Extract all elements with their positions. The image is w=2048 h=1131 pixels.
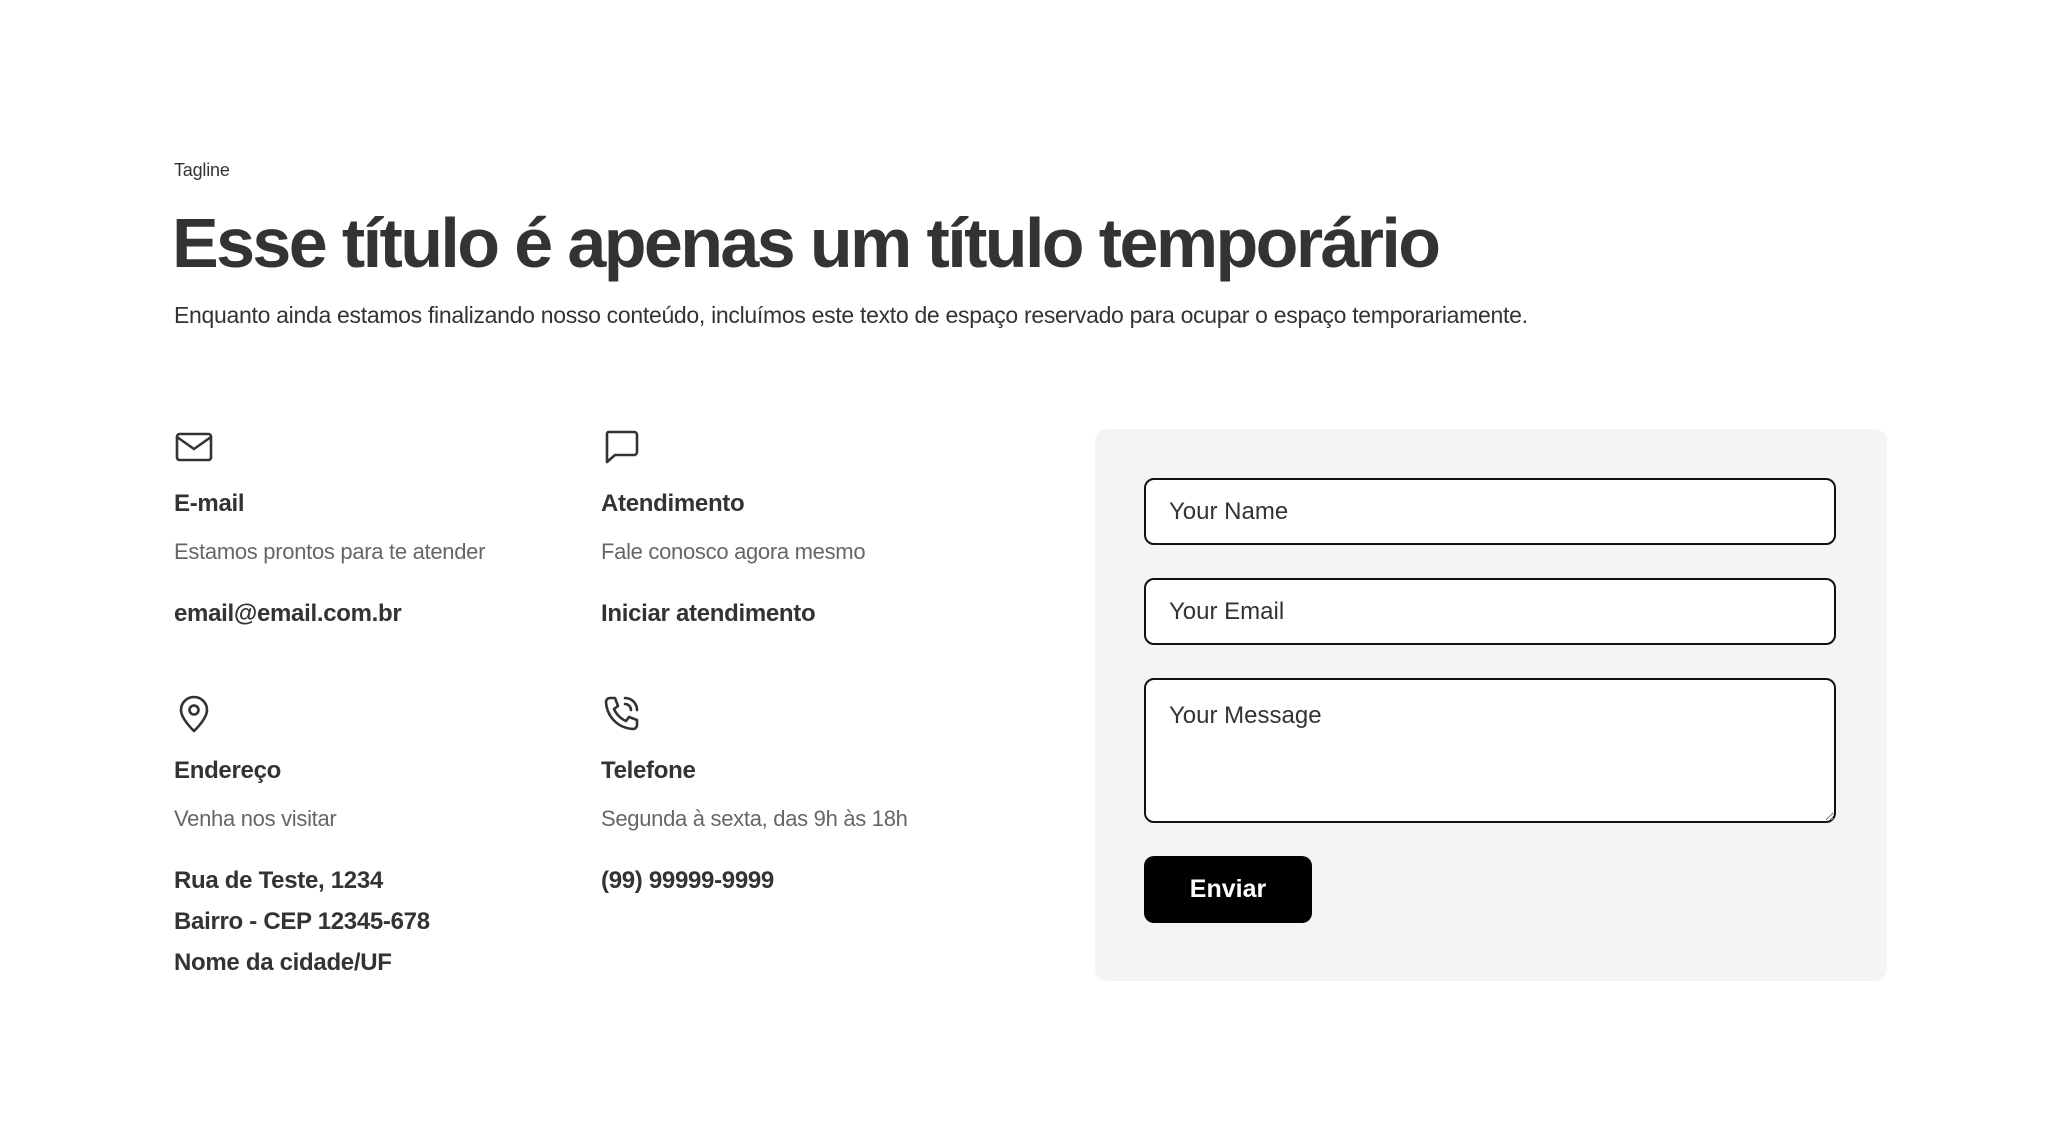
page-subtitle: Enquanto ainda estamos finalizando nosso… [174, 302, 1528, 328]
contact-email-label: E-mail [174, 490, 245, 517]
phone-number-link[interactable]: (99) 99999-9999 [601, 860, 774, 901]
phone-call-icon [601, 694, 641, 734]
contact-chat-block: Atendimento Fale conosco agora mesmo Ini… [601, 427, 1001, 627]
contact-chat-description: Fale conosco agora mesmo [601, 539, 866, 564]
submit-button[interactable]: Enviar [1144, 856, 1312, 923]
address-line: Nome da cidade/UF [174, 949, 392, 976]
map-pin-icon [174, 694, 214, 734]
chat-bubble-icon [601, 427, 641, 467]
contact-address-description: Venha nos visitar [174, 806, 337, 831]
contact-phone-block: Telefone Segunda à sexta, das 9h às 18h … [601, 694, 1001, 894]
address-line: Bairro - CEP 12345-678 [174, 908, 430, 935]
address-lines: Rua de Teste, 1234 Bairro - CEP 12345-67… [174, 860, 430, 983]
address-line: Rua de Teste, 1234 [174, 867, 383, 894]
contact-address-label: Endereço [174, 757, 281, 784]
contact-email-description: Estamos prontos para te atender [174, 539, 486, 564]
contact-address-block: Endereço Venha nos visitar Rua de Teste,… [174, 694, 574, 976]
contact-form: Enviar [1095, 429, 1887, 981]
mail-icon [174, 427, 214, 467]
contact-email-block: E-mail Estamos prontos para te atender e… [174, 427, 574, 627]
contact-chat-label: Atendimento [601, 490, 745, 517]
page-title: Esse título é apenas um título temporári… [172, 204, 1441, 282]
name-input[interactable] [1144, 478, 1836, 545]
tagline: Tagline [174, 160, 230, 180]
contact-phone-label: Telefone [601, 757, 696, 784]
message-textarea[interactable] [1144, 678, 1836, 823]
email-input[interactable] [1144, 578, 1836, 645]
contact-email-link[interactable]: email@email.com.br [174, 593, 402, 634]
start-chat-link[interactable]: Iniciar atendimento [601, 593, 816, 634]
contact-phone-description: Segunda à sexta, das 9h às 18h [601, 806, 908, 831]
